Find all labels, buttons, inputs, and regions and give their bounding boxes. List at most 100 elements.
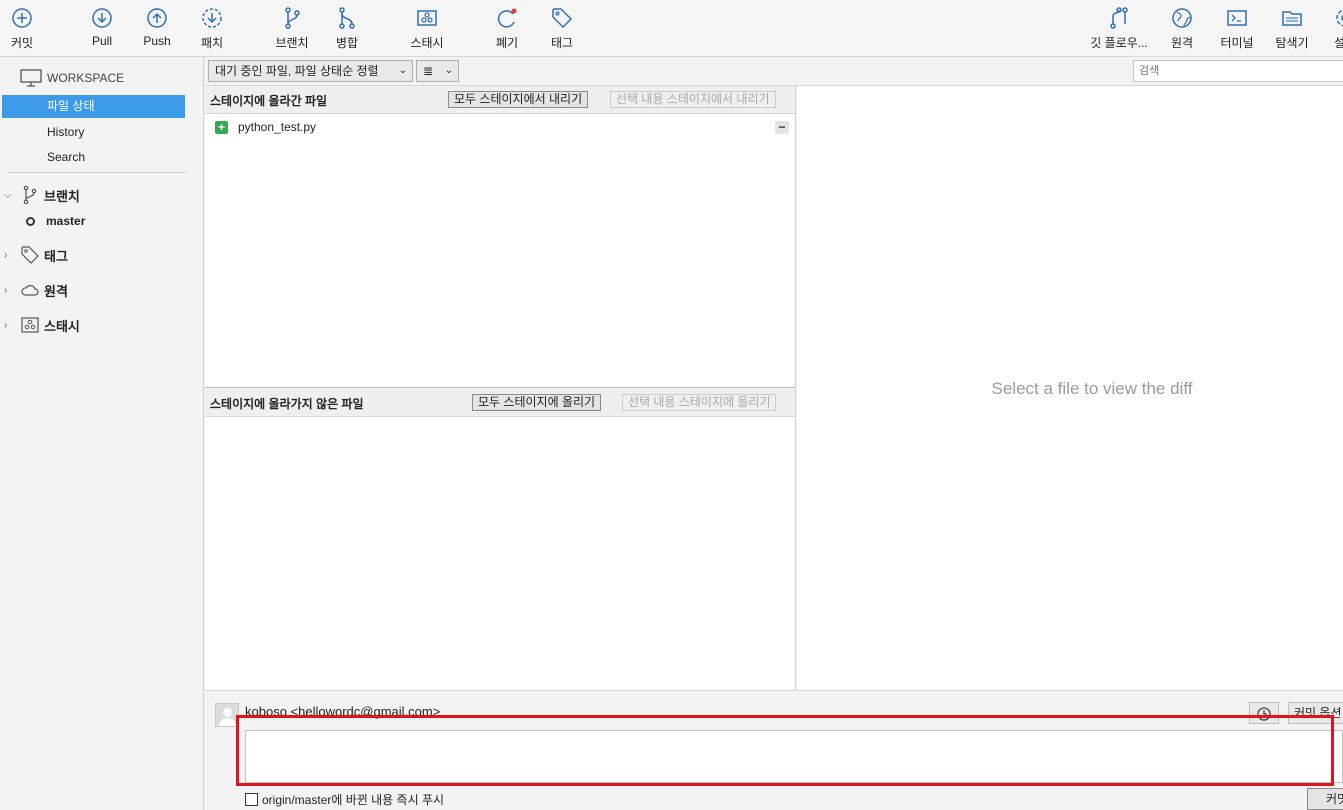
gitflow-button[interactable]: 깃 플로우... bbox=[1089, 6, 1149, 51]
stashes-label: 스태시 bbox=[44, 318, 80, 334]
folder-icon bbox=[1282, 11, 1302, 26]
globe-icon bbox=[1172, 8, 1192, 28]
commit-label: 커밋 bbox=[10, 36, 34, 50]
monitor-icon bbox=[20, 69, 42, 87]
explorer-button[interactable]: 탐색기 bbox=[1262, 6, 1322, 51]
tag-icon bbox=[21, 246, 39, 264]
sidebar-divider bbox=[8, 172, 186, 173]
list-view-icon: ≣ bbox=[423, 64, 434, 78]
commit-author: koboso <hellowordc@gmail.com> bbox=[245, 704, 441, 719]
gear-icon bbox=[1336, 9, 1343, 27]
diff-view: Select a file to view the diff bbox=[797, 86, 1343, 690]
branch-icon bbox=[285, 7, 300, 29]
unstage-selected-button[interactable]: 선택 내용 스테이지에서 내리기 bbox=[610, 91, 776, 108]
tag-label: 태그 bbox=[550, 36, 574, 50]
gitflow-icon bbox=[1110, 7, 1128, 29]
chevron-right-icon: › bbox=[4, 319, 8, 331]
remote-label: 원격 bbox=[1170, 36, 1194, 50]
diff-empty-message: Select a file to view the diff bbox=[991, 379, 1193, 398]
branch-icon bbox=[23, 185, 37, 205]
sidebar-item-file-status[interactable]: 파일 상태 bbox=[2, 95, 185, 118]
unstaged-title: 스테이지에 올라가지 않은 파일 bbox=[210, 397, 364, 411]
toolbar: 커밋 Pull Push 패치 브랜치 병합 스태시 폐기 태그 깃 플로우..… bbox=[0, 0, 1343, 57]
merge-icon bbox=[339, 7, 355, 29]
search-input[interactable] bbox=[1133, 60, 1343, 82]
staged-title: 스테이지에 올라간 파일 bbox=[210, 94, 328, 108]
workspace-header: WORKSPACE bbox=[20, 69, 124, 87]
merge-label: 병합 bbox=[335, 36, 359, 50]
current-branch-icon bbox=[26, 216, 35, 226]
commit-history-button[interactable] bbox=[1249, 702, 1279, 724]
merge-button[interactable]: 병합 bbox=[317, 6, 377, 51]
unstaged-header: 스테이지에 올라가지 않은 파일 모두 스테이지에 올리기 선택 내용 스테이지… bbox=[205, 389, 795, 417]
patch-button[interactable]: 패치 bbox=[182, 6, 242, 51]
remote-button[interactable]: 원격 bbox=[1152, 6, 1212, 51]
sidebar-group-branches[interactable]: ⌵ 브랜치 bbox=[4, 184, 80, 206]
view-mode-dropdown[interactable]: ≣ ⌄ bbox=[416, 60, 459, 82]
settings-label: 설정 bbox=[1333, 36, 1343, 50]
tag-icon bbox=[552, 8, 573, 29]
sidebar-group-tags[interactable]: › 태그 bbox=[4, 244, 68, 266]
push-immediately-option[interactable]: origin/master에 바뀐 내용 즉시 푸시 bbox=[245, 791, 444, 808]
tag-button[interactable]: 태그 bbox=[532, 6, 592, 51]
chevron-right-icon: › bbox=[4, 284, 8, 296]
chevron-down-icon: ⌵ bbox=[4, 189, 12, 201]
file-filter-value: 대기 중인 파일, 파일 상태순 정렬 bbox=[215, 64, 379, 78]
chevron-right-icon: › bbox=[4, 249, 8, 261]
plus-circle-icon bbox=[12, 8, 32, 28]
push-button[interactable]: Push bbox=[127, 6, 187, 48]
patch-label: 패치 bbox=[200, 36, 224, 50]
unstaged-files-panel: 스테이지에 올라가지 않은 파일 모두 스테이지에 올리기 선택 내용 스테이지… bbox=[205, 389, 796, 690]
cloud-icon bbox=[21, 285, 39, 296]
settings-button[interactable]: 설정 bbox=[1315, 6, 1343, 51]
discard-label: 폐기 bbox=[495, 36, 519, 50]
branches-label: 브랜치 bbox=[44, 188, 80, 204]
unstage-file-button[interactable]: − bbox=[775, 121, 789, 134]
staged-files-panel: 스테이지에 올라간 파일 모두 스테이지에서 내리기 선택 내용 스테이지에서 … bbox=[205, 86, 796, 388]
chevron-down-icon: ⌄ bbox=[444, 65, 453, 76]
commit-area: koboso <hellowordc@gmail.com> 커밋 옵션 orig… bbox=[205, 690, 1343, 810]
file-added-icon: + bbox=[215, 120, 228, 134]
list-item[interactable]: + python_test.py bbox=[215, 120, 316, 134]
file-filter-dropdown[interactable]: 대기 중인 파일, 파일 상태순 정렬 ⌄ bbox=[208, 60, 413, 82]
stage-selected-button[interactable]: 선택 내용 스테이지에 올리기 bbox=[622, 394, 777, 411]
sidebar-group-stashes[interactable]: › 스태시 bbox=[4, 314, 80, 336]
pull-label: Pull bbox=[91, 34, 112, 48]
terminal-label: 터미널 bbox=[1220, 36, 1254, 50]
unstage-all-button[interactable]: 모두 스테이지에서 내리기 bbox=[448, 91, 589, 108]
sidebar: WORKSPACE 파일 상태 History Search ⌵ 브랜치 mas… bbox=[0, 57, 204, 810]
stash-icon bbox=[21, 317, 39, 333]
push-checkbox[interactable] bbox=[245, 793, 258, 806]
patch-icon bbox=[202, 8, 222, 28]
commit-message-input[interactable] bbox=[245, 730, 1343, 783]
sidebar-branch-master[interactable]: master bbox=[26, 214, 85, 228]
stash-button[interactable]: 스태시 bbox=[397, 6, 457, 51]
file-name: python_test.py bbox=[238, 120, 317, 134]
sidebar-item-history[interactable]: History bbox=[2, 121, 185, 144]
remotes-label: 원격 bbox=[44, 283, 68, 299]
branch-name: master bbox=[46, 214, 86, 228]
push-label: Push bbox=[143, 34, 171, 48]
arrow-up-circle-icon bbox=[147, 8, 167, 28]
arrow-down-circle-icon bbox=[92, 8, 112, 28]
commit-button[interactable]: 커밋 bbox=[0, 6, 52, 51]
terminal-button[interactable]: 터미널 bbox=[1207, 6, 1267, 51]
branch-label: 브랜치 bbox=[275, 36, 309, 50]
filter-bar: 대기 중인 파일, 파일 상태순 정렬 ⌄ ≣ ⌄ bbox=[205, 57, 1343, 86]
avatar bbox=[215, 703, 239, 727]
pull-button[interactable]: Pull bbox=[72, 6, 132, 48]
push-label: origin/master에 바뀐 내용 즉시 푸시 bbox=[262, 793, 445, 807]
terminal-icon bbox=[1227, 10, 1247, 26]
clock-icon bbox=[1257, 707, 1271, 721]
commit-submit-button[interactable]: 커밋 bbox=[1307, 788, 1343, 810]
stash-icon bbox=[417, 10, 437, 26]
discard-button[interactable]: 폐기 bbox=[477, 6, 537, 51]
branch-button[interactable]: 브랜치 bbox=[262, 6, 322, 51]
staged-header: 스테이지에 올라간 파일 모두 스테이지에서 내리기 선택 내용 스테이지에서 … bbox=[205, 86, 795, 114]
chevron-down-icon: ⌄ bbox=[398, 65, 407, 76]
sidebar-group-remotes[interactable]: › 원격 bbox=[4, 279, 68, 301]
stage-all-button[interactable]: 모두 스테이지에 올리기 bbox=[472, 394, 602, 411]
sidebar-item-search[interactable]: Search bbox=[2, 146, 185, 169]
stash-label: 스태시 bbox=[410, 36, 444, 50]
commit-options-button[interactable]: 커밋 옵션 bbox=[1288, 702, 1343, 724]
